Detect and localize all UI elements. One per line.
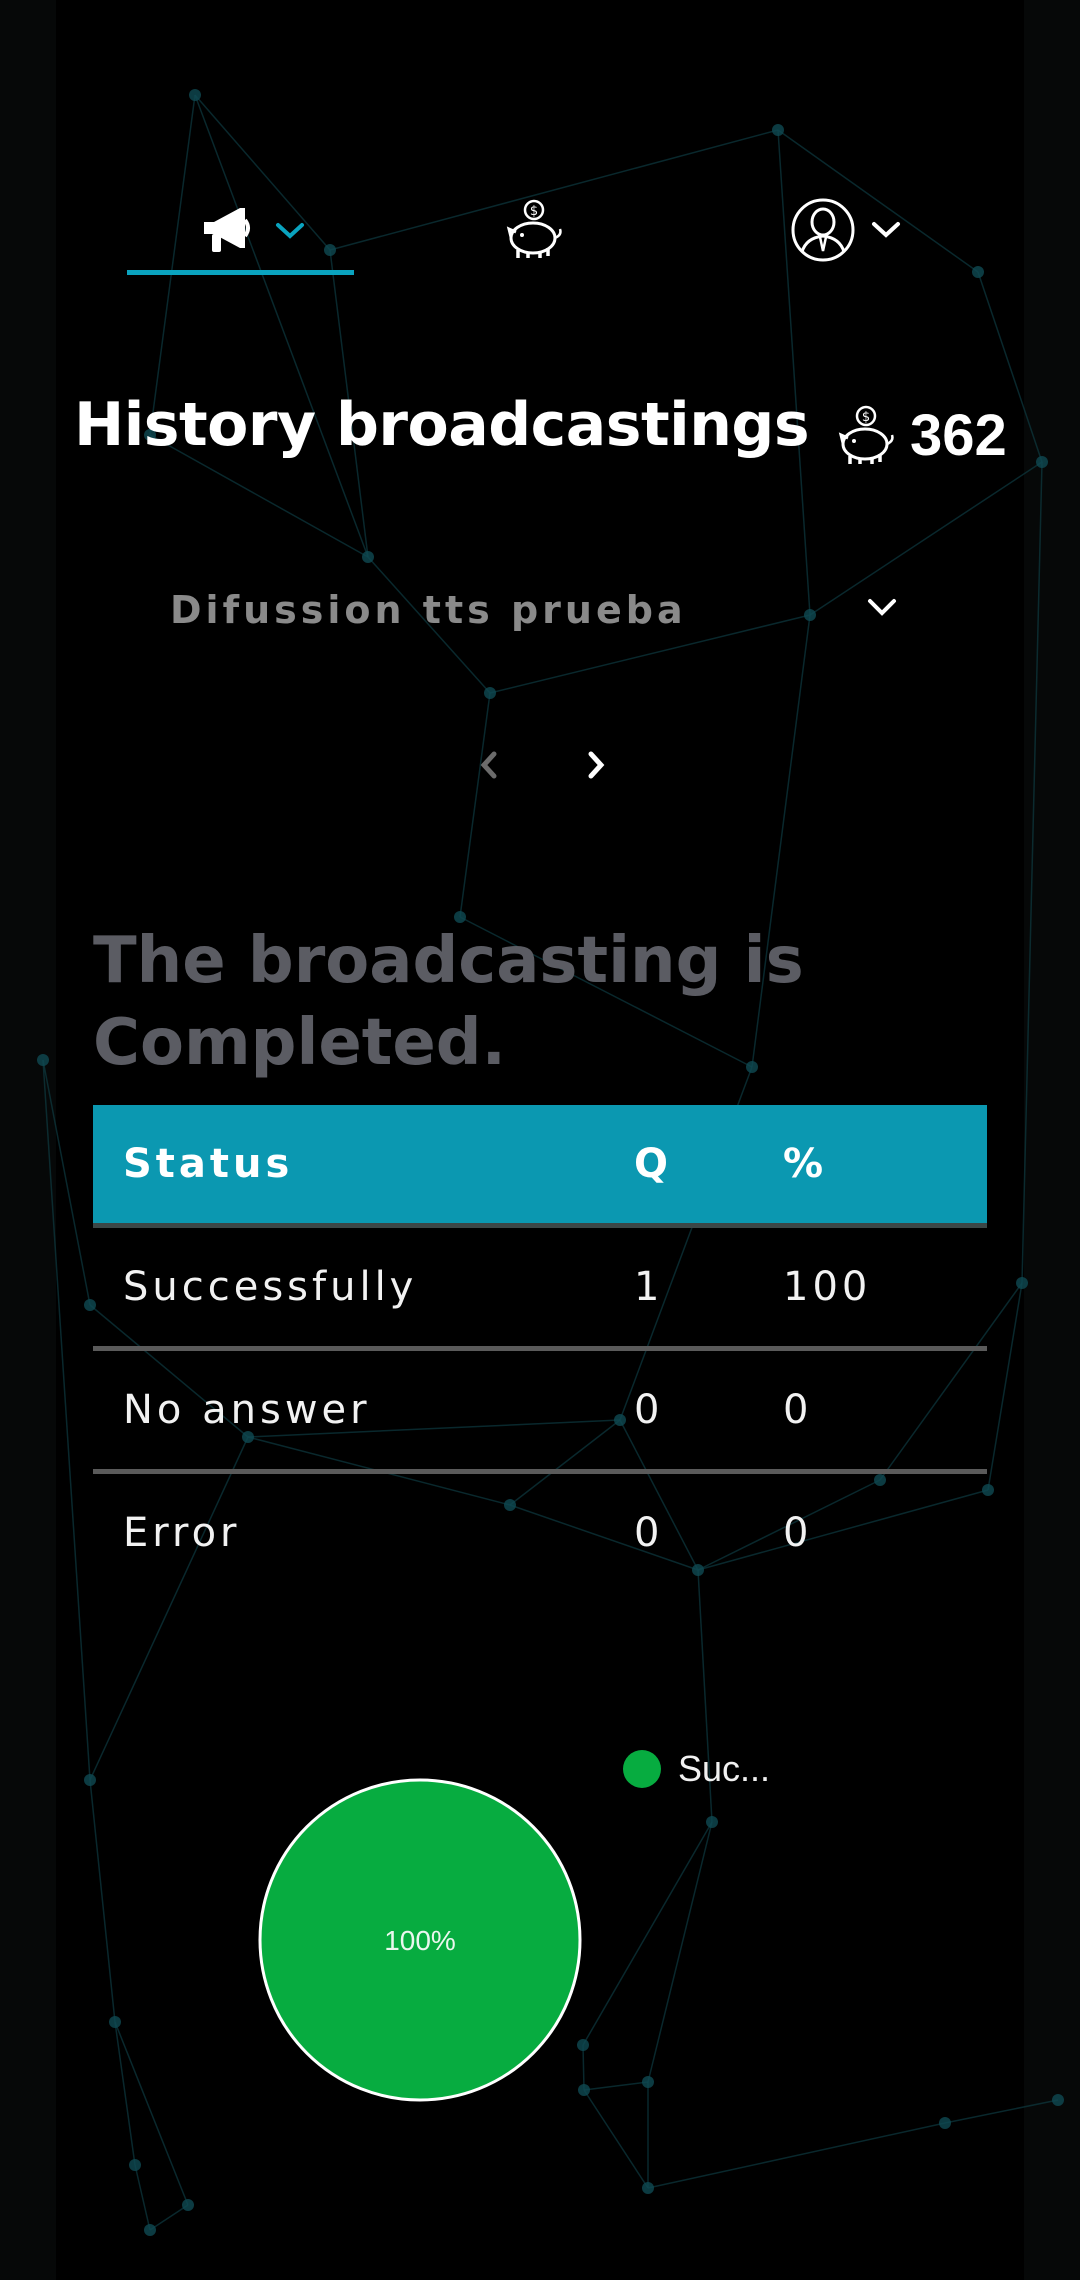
chevron-right-icon <box>588 751 605 779</box>
pie-slice-label: 100% <box>384 1925 456 1956</box>
network-line <box>42 1059 91 1781</box>
broadcast-select[interactable]: Difussion tts prueba <box>140 575 920 645</box>
network-line <box>583 2081 649 2091</box>
chart-legend[interactable]: Suc... <box>623 1748 770 1790</box>
network-line <box>944 2099 1059 2124</box>
row-percent: 0 <box>783 1387 813 1433</box>
nav-profile-button[interactable] <box>790 190 906 270</box>
network-node <box>706 1816 718 1828</box>
network-node <box>144 2224 156 2236</box>
network-line <box>987 1282 1023 1491</box>
active-tab-indicator <box>127 270 354 275</box>
network-line <box>582 1821 713 2046</box>
row-percent: 100 <box>783 1264 872 1310</box>
page-title: History broadcastings <box>74 390 810 460</box>
network-line <box>149 2204 189 2231</box>
table-row: Error 0 0 <box>93 1474 987 1592</box>
network-line <box>114 2021 189 2206</box>
network-node <box>772 124 784 136</box>
network-node <box>84 1774 96 1786</box>
svg-text:$: $ <box>530 204 538 219</box>
network-node <box>642 2182 654 2194</box>
network-line <box>647 2122 946 2189</box>
row-status: Successfully <box>123 1264 418 1310</box>
nav-wallet-button[interactable]: $ <box>500 190 566 270</box>
network-node <box>129 2159 141 2171</box>
legend-label: Suc... <box>678 1748 771 1789</box>
network-node <box>642 2076 654 2088</box>
chevron-down-icon[interactable] <box>272 215 308 245</box>
row-status: No answer <box>123 1387 371 1433</box>
chevron-down-icon <box>868 599 896 616</box>
credits-value: 362 <box>910 403 1007 468</box>
table-row: Successfully 1 100 <box>93 1228 987 1351</box>
header-status: Status <box>123 1141 294 1187</box>
user-avatar-icon <box>791 198 855 262</box>
network-node <box>182 2199 194 2211</box>
header-quantity: Q <box>634 1141 673 1187</box>
network-line <box>194 94 369 558</box>
credits-balance: $ 362 <box>832 402 1007 469</box>
piggy-bank-icon: $ <box>838 405 894 464</box>
nav-broadcast-button[interactable] <box>200 190 308 270</box>
broadcast-select-value: Difussion tts prueba <box>170 588 687 632</box>
row-percent: 0 <box>783 1510 813 1556</box>
svg-text:$: $ <box>862 410 870 425</box>
network-node <box>484 687 496 699</box>
network-node <box>109 2016 121 2028</box>
network-line <box>134 2164 151 2231</box>
network-line <box>1021 461 1043 1284</box>
network-node <box>1016 1277 1028 1289</box>
prev-button[interactable] <box>476 740 502 790</box>
network-line <box>114 2021 136 2166</box>
row-quantity: 0 <box>634 1510 664 1556</box>
row-status: Error <box>123 1510 241 1556</box>
row-quantity: 1 <box>634 1264 664 1310</box>
next-button[interactable] <box>583 740 609 790</box>
network-line <box>459 692 491 918</box>
network-node <box>189 89 201 101</box>
header-percent: % <box>783 1141 828 1187</box>
network-node <box>362 551 374 563</box>
top-nav: $ <box>0 170 1080 280</box>
megaphone-icon <box>204 208 250 252</box>
broadcast-status-heading: The broadcasting is Completed. <box>93 924 804 1080</box>
piggy-bank-icon: $ <box>506 199 562 258</box>
pie-chart: 100% <box>258 1778 582 2102</box>
legend-swatch <box>623 1750 661 1788</box>
network-node <box>37 1054 49 1066</box>
network-node <box>939 2117 951 2129</box>
network-line <box>647 1821 713 2083</box>
status-table: Status Q % Successfully 1 100 No answer … <box>93 1105 987 1592</box>
table-header: Status Q % <box>93 1105 987 1228</box>
network-node <box>1052 2094 1064 2106</box>
network-line <box>89 1779 116 2023</box>
table-row: No answer 0 0 <box>93 1351 987 1474</box>
chevron-down-icon[interactable] <box>866 215 906 245</box>
network-line <box>42 1059 91 1306</box>
network-line <box>583 2089 649 2189</box>
network-node <box>1036 456 1048 468</box>
chevron-left-icon <box>480 751 497 779</box>
row-quantity: 0 <box>634 1387 664 1433</box>
